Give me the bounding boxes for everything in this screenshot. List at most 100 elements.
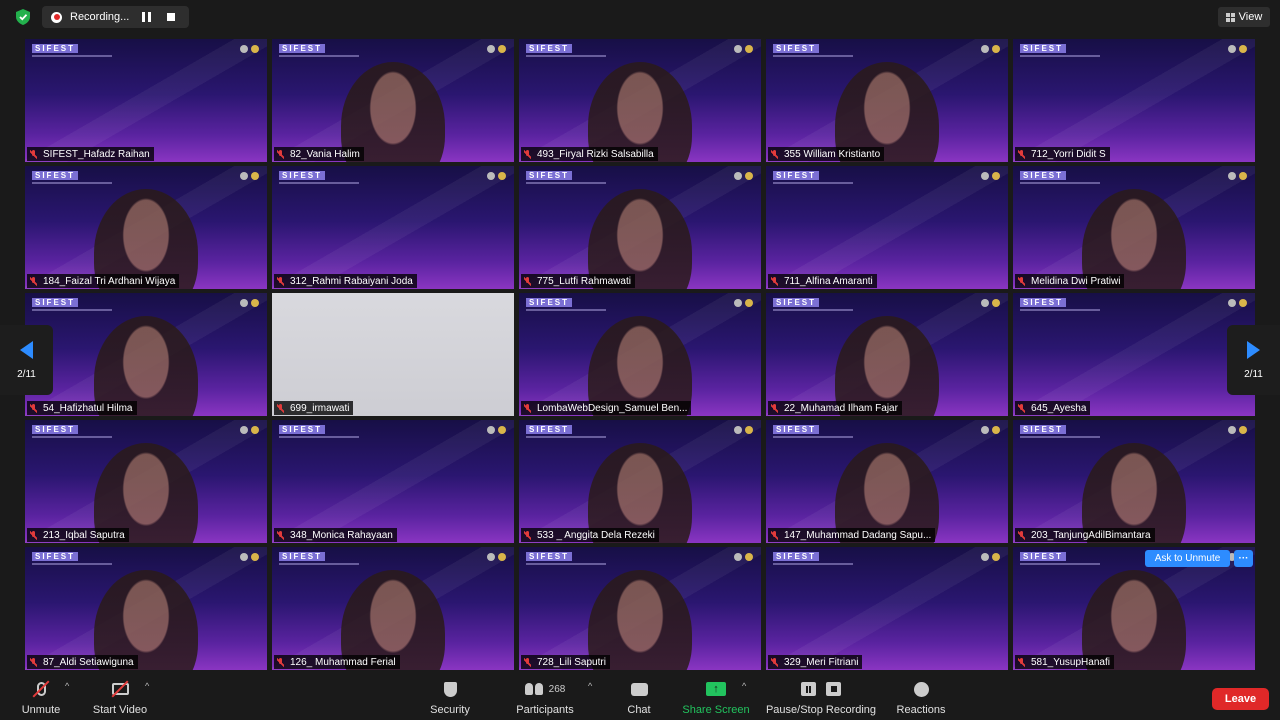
participants-label: Participants [516,704,574,716]
participant-tile[interactable]: SIFEST LombaWebDesign_Samuel Ben... [519,293,761,416]
microphone-muted-icon [30,403,37,413]
background-logo: SIFEST [279,44,326,53]
view-label: View [1238,11,1263,23]
share-screen-label: Share Screen [682,704,750,716]
participants-options-caret-icon[interactable]: ^ [588,681,592,691]
background-logo-subtitle [32,182,112,184]
participant-name: 329_Meri Fitriani [784,656,859,668]
pause-recording-icon[interactable] [142,12,151,22]
participant-name: 82_Vania Halim [290,148,360,160]
view-button[interactable]: View [1218,7,1270,27]
background-logo-subtitle [526,436,606,438]
participant-name-tag: 329_Meri Fitriani [768,655,863,669]
background-logo: SIFEST [773,298,820,307]
sponsor-badges [487,553,506,561]
audio-options-caret-icon[interactable]: ^ [65,681,69,691]
participant-name: SIFEST_Hafadz Raihan [43,148,150,160]
participant-name: 355 William Kristianto [784,148,881,160]
participant-tile[interactable]: SIFEST Melidina Dwi Pratiwi [1013,166,1255,289]
participant-name-tag: Melidina Dwi Pratiwi [1015,274,1125,288]
participant-tile[interactable]: SIFEST SIFEST_Hafadz Raihan [25,39,267,162]
sponsor-badges [981,426,1000,434]
participant-name: 54_Hafizhatul Hilma [43,402,133,414]
sponsor-badges [240,553,259,561]
participant-tile[interactable]: SIFEST 203_TanjungAdilBimantara [1013,420,1255,543]
participant-tile[interactable]: SIFEST 87_Aldi Setiawiguna [25,547,267,670]
participant-name: 533 _ Anggita Dela Rezeki [537,529,655,541]
ask-to-unmute-button[interactable]: Ask to Unmute [1145,550,1230,567]
page-indicator-right: 2/11 [1244,368,1263,380]
reactions-button[interactable]: Reactions [895,679,947,719]
participant-name: 728_Lili Saputri [537,656,606,668]
share-options-caret-icon[interactable]: ^ [742,681,746,691]
leave-meeting-button[interactable]: Leave [1212,688,1269,710]
next-page-button[interactable]: 2/11 [1227,325,1280,395]
sponsor-badges [240,299,259,307]
participant-name-tag: 87_Aldi Setiawiguna [27,655,138,669]
meeting-toolbar: Unmute ^ Start Video ^ Security 268 Part… [0,676,1280,720]
sponsor-badges [734,45,753,53]
participant-tile[interactable]: SIFEST 329_Meri Fitriani [766,547,1008,670]
security-button[interactable]: Security [428,679,472,719]
participant-tile[interactable]: SIFEST 54_Hafizhatul Hilma [25,293,267,416]
background-logo: SIFEST [32,425,79,434]
participant-tile[interactable]: SIFEST 712_Yorri Didit S [1013,39,1255,162]
background-logo-subtitle [32,563,112,565]
participant-tile[interactable]: SIFEST 213_Iqbal Saputra [25,420,267,543]
participant-name-tag: 213_Iqbal Saputra [27,528,129,542]
microphone-muted-icon [524,276,531,286]
unmute-button[interactable]: Unmute [20,679,62,719]
microphone-muted-icon [771,657,778,667]
participant-tile[interactable]: SIFEST 312_Rahmi Rabaiyani Joda [272,166,514,289]
participant-name: 775_Lutfi Rahmawati [537,275,631,287]
participant-tile[interactable]: SIFEST 728_Lili Saputri [519,547,761,670]
participant-tile[interactable]: SIFEST 126_ Muhammad Ferial [272,547,514,670]
share-screen-button[interactable]: ↑ Share Screen [682,679,750,719]
participant-tile[interactable]: SIFEST 82_Vania Halim [272,39,514,162]
participant-tile[interactable]: 699_irmawati [272,293,514,416]
emoji-reaction-icon [913,681,929,697]
background-logo-subtitle [279,182,359,184]
participant-tile[interactable]: SIFEST 493_Firyal Rizki Salsabilla [519,39,761,162]
participant-tile[interactable]: SIFEST 533 _ Anggita Dela Rezeki [519,420,761,543]
participant-name-tag: 699_irmawati [274,401,354,415]
video-gallery: SIFEST SIFEST_Hafadz Raihan SIFEST 82_Vania… [25,39,1256,671]
background-logo: SIFEST [526,425,573,434]
microphone-muted-icon [277,276,284,286]
start-video-label: Start Video [92,704,148,716]
participant-tile[interactable]: SIFEST 645_Ayesha [1013,293,1255,416]
microphone-muted-icon [524,149,531,159]
microphone-muted-icon [1018,149,1025,159]
participant-tile[interactable]: SIFEST 22_Muhamad Ilham Fajar [766,293,1008,416]
background-logo: SIFEST [773,552,820,561]
microphone-muted-icon [1018,403,1025,413]
background-logo-subtitle [773,563,853,565]
participants-button[interactable]: 268 Participants [512,679,578,719]
security-shield-icon[interactable] [12,7,34,27]
participant-tile[interactable]: SIFEST 348_Monica Rahayaan [272,420,514,543]
page-indicator-left: 2/11 [17,368,36,380]
more-options-button[interactable]: ··· [1234,550,1253,567]
participant-name: 184_Faizal Tri Ardhani Wijaya [43,275,176,287]
background-logo: SIFEST [773,44,820,53]
previous-page-button[interactable]: 2/11 [0,325,53,395]
stop-recording-icon[interactable] [167,13,175,21]
background-logo: SIFEST [32,298,79,307]
participant-tile[interactable]: SIFEST 711_Alfina Amaranti [766,166,1008,289]
grid-view-icon [1225,12,1235,22]
video-options-caret-icon[interactable]: ^ [145,681,149,691]
sponsor-badges [240,172,259,180]
stop-recording-button-icon [826,682,841,696]
participant-tile[interactable]: SIFEST 147_Muhammad Dadang Sapu... [766,420,1008,543]
background-logo-subtitle [1020,182,1100,184]
participant-tile[interactable]: SIFEST 355 William Kristianto [766,39,1008,162]
sponsor-badges [981,172,1000,180]
pause-stop-recording-button[interactable]: Pause/Stop Recording [764,679,878,719]
participant-tile[interactable]: SIFEST 775_Lutfi Rahmawati [519,166,761,289]
participant-name: 712_Yorri Didit S [1031,148,1106,160]
chat-button[interactable]: Chat [624,679,654,719]
participant-name-tag: 82_Vania Halim [274,147,364,161]
participant-name: 493_Firyal Rizki Salsabilla [537,148,654,160]
start-video-button[interactable]: Start Video [90,679,150,719]
participant-tile[interactable]: SIFEST 184_Faizal Tri Ardhani Wijaya [25,166,267,289]
